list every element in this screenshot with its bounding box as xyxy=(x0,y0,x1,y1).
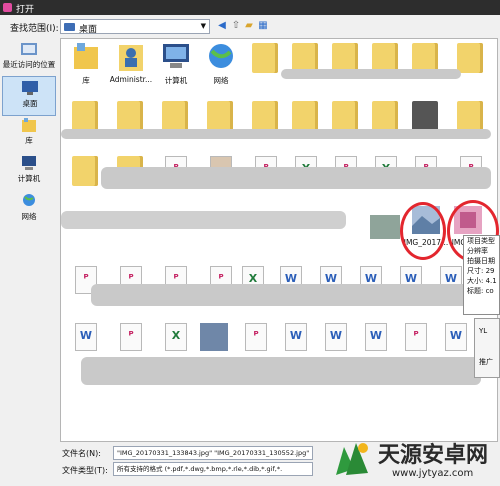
filetype-label: 文件类型(T): xyxy=(62,466,108,475)
libraries-icon xyxy=(22,118,36,132)
desktop-icon xyxy=(22,81,38,95)
filename-input[interactable]: "IMG_20170331_133843.jpg" "IMG_20170331_… xyxy=(113,446,313,460)
watermark-url: www.jytyaz.com xyxy=(392,468,474,479)
blurred-label xyxy=(281,69,461,79)
place-libraries[interactable]: 库 xyxy=(2,114,56,154)
dark-folder-icon xyxy=(412,101,438,131)
filetype-select[interactable]: 所有支持的格式 (*.pdf,*.dwg,*.bmp,*.rle,*.dib,*… xyxy=(113,462,313,476)
image-thumbnail xyxy=(370,215,400,239)
place-desktop[interactable]: 桌面 xyxy=(2,76,56,116)
look-in-dropdown[interactable]: 桌面 ▼ xyxy=(60,19,210,35)
folder-icon xyxy=(72,156,98,186)
place-label: 桌面 xyxy=(22,99,38,108)
computer-icon xyxy=(22,156,36,170)
place-computer[interactable]: 计算机 xyxy=(2,152,56,192)
word-file-icon: W xyxy=(365,323,387,351)
folder-icon xyxy=(72,101,98,131)
place-label: 计算机 xyxy=(17,174,41,183)
computer-icon xyxy=(163,44,189,68)
recent-places-icon xyxy=(21,43,37,55)
folder-item[interactable] xyxy=(246,41,286,85)
file-info-tooltip: 项目类型 分辨率 拍摄日期 尺寸: 29 大小: 4.1 标题: co xyxy=(463,235,500,315)
list-item[interactable]: Administr... xyxy=(110,41,152,85)
folder-item[interactable] xyxy=(66,154,106,198)
menu-item[interactable]: YL xyxy=(479,327,487,335)
blurred-label xyxy=(81,357,481,385)
blurred-label xyxy=(91,284,471,306)
places-bar: 最近访问的位置 桌面 库 计算机 网络 xyxy=(0,38,58,338)
look-in-label: 查找范围(I): xyxy=(10,24,59,34)
folder-icon xyxy=(252,101,278,131)
list-item[interactable]: 网络 xyxy=(201,41,241,85)
tooltip-line: 大小: 4.1 xyxy=(467,277,497,285)
place-network[interactable]: 网络 xyxy=(2,190,56,230)
folder-icon xyxy=(457,43,483,73)
window-title: 打开 xyxy=(16,5,35,15)
user-folder-icon xyxy=(119,45,143,71)
folder-icon xyxy=(457,101,483,131)
up-folder-icon[interactable]: ⇧ xyxy=(230,20,242,32)
blurred-label xyxy=(61,129,491,139)
list-item[interactable]: 计算机 xyxy=(156,41,196,85)
watermark: 天源安卓网 www.jytyaz.com xyxy=(330,435,500,486)
place-label: 最近访问的位置 xyxy=(2,60,56,69)
pdf-file-icon: ᴾ xyxy=(120,323,142,351)
network-icon xyxy=(23,194,35,206)
place-recent[interactable]: 最近访问的位置 xyxy=(2,38,56,78)
title-bar: 打开 xyxy=(0,0,500,15)
word-file-icon: W xyxy=(445,323,467,351)
network-icon xyxy=(209,44,233,68)
image-thumbnail xyxy=(200,323,228,351)
watermark-text: 天源安卓网 xyxy=(378,442,489,468)
blurred-label xyxy=(101,167,491,189)
desktop-folder-icon xyxy=(64,23,75,31)
look-in-value: 桌面 xyxy=(79,25,98,35)
watermark-logo-icon xyxy=(336,443,368,475)
folder-icon xyxy=(162,101,188,131)
app-icon xyxy=(3,3,12,12)
highlight-circle-1 xyxy=(400,202,446,260)
folder-icon xyxy=(372,101,398,131)
word-file-icon: W xyxy=(325,323,347,351)
chevron-down-icon: ▼ xyxy=(200,22,206,30)
filename-label: 文件名(N): xyxy=(62,449,101,458)
folder-icon xyxy=(292,101,318,131)
pdf-file-icon: ᴾ xyxy=(405,323,427,351)
menu-item[interactable]: 推广 xyxy=(479,357,493,367)
pdf-file-icon: ᴾ xyxy=(245,323,267,351)
tooltip-line: 标题: co xyxy=(467,287,494,295)
new-folder-icon[interactable]: ▰ xyxy=(243,20,255,32)
item-label: 网络 xyxy=(213,76,229,85)
tooltip-line: 分辨率 xyxy=(467,247,488,255)
list-item[interactable]: 库 xyxy=(66,41,106,85)
excel-file-icon: X xyxy=(165,323,187,351)
tooltip-line: 尺寸: 29 xyxy=(467,267,495,275)
libraries-icon xyxy=(74,43,98,69)
word-file-icon: W xyxy=(285,323,307,351)
folder-icon xyxy=(252,43,278,73)
folder-icon xyxy=(207,101,233,131)
back-icon[interactable]: ◀ xyxy=(216,20,228,32)
tooltip-line: 拍摄日期 xyxy=(467,257,495,265)
folder-icon xyxy=(332,101,358,131)
context-menu: YL 推广 xyxy=(474,318,500,378)
view-menu-icon[interactable]: ▦ xyxy=(257,20,269,32)
word-file-icon: W xyxy=(75,323,97,351)
folder-icon xyxy=(117,101,143,131)
tooltip-line: 项目类型 xyxy=(467,237,495,245)
place-label: 网络 xyxy=(21,212,37,221)
blurred-label xyxy=(61,211,346,229)
place-label: 库 xyxy=(25,136,33,145)
